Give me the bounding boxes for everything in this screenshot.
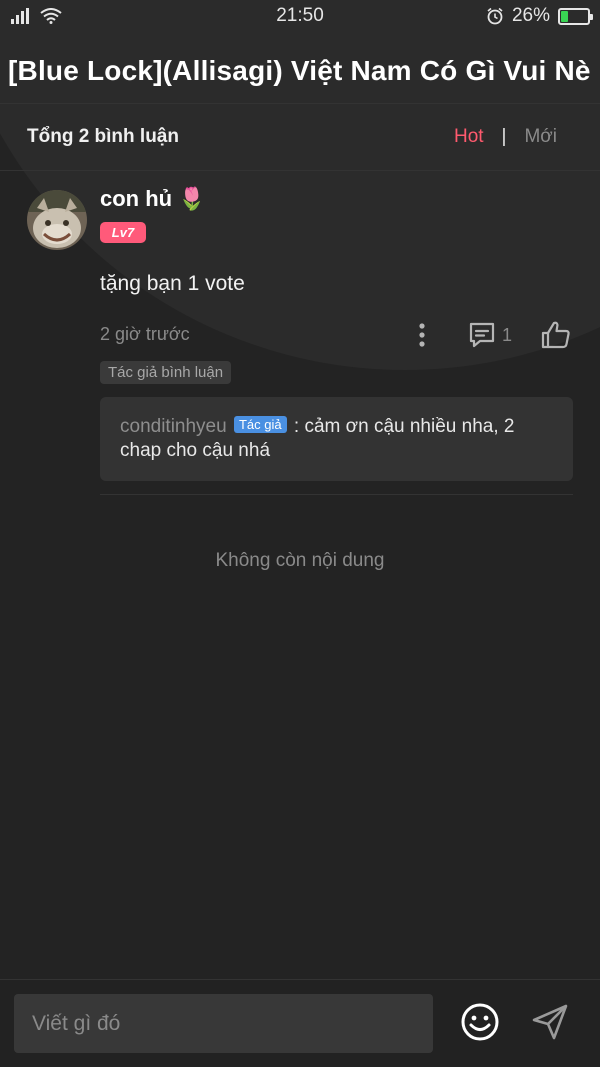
reply-preview[interactable]: conditinhyeu Tác giả : cảm ơn cậu nhiều … xyxy=(100,397,573,481)
comments-summary: Tổng 2 bình luận Hot | Mới xyxy=(0,104,600,170)
sort-separator: | xyxy=(501,126,507,147)
total-comments: Tổng 2 bình luận xyxy=(27,126,179,147)
cat-avatar-icon xyxy=(27,190,87,250)
status-bar: 21:50 26% xyxy=(0,0,600,32)
more-vertical-icon[interactable] xyxy=(412,322,432,348)
sort-new-tab[interactable]: Mới xyxy=(524,126,557,148)
send-icon[interactable] xyxy=(530,1002,570,1042)
comment-text: tặng bạn 1 vote xyxy=(100,272,245,295)
comment-icon[interactable] xyxy=(468,321,496,349)
comment-time: 2 giờ trước xyxy=(100,324,190,344)
author-tag: Tác giả bình luận xyxy=(100,361,232,384)
comment-input[interactable] xyxy=(14,994,433,1053)
battery-icon xyxy=(558,7,593,25)
page-title: [Blue Lock](Allisagi) Việt Nam Có Gì Vui… xyxy=(8,55,591,86)
username-text: con hủ xyxy=(100,186,173,211)
reply-username[interactable]: conditinhyeu xyxy=(120,416,227,437)
avatar[interactable] xyxy=(27,190,87,250)
comments-screen: 21:50 26% [Blue Lock](Allisagi) Việt Nam… xyxy=(0,0,600,1067)
comment-composer xyxy=(0,980,600,1067)
comment-username[interactable]: con hủ 🌷 xyxy=(100,186,206,212)
author-badge: Tác giả xyxy=(233,416,287,433)
comment-divider xyxy=(100,494,573,495)
sort-tabs: Hot | Mới xyxy=(454,126,573,148)
sort-hot-tab[interactable]: Hot xyxy=(454,126,484,148)
level-badge: Lv7 xyxy=(100,222,146,243)
thumbs-up-icon[interactable] xyxy=(540,320,572,350)
comment-meta: 2 giờ trước 1 xyxy=(100,320,575,350)
battery-level xyxy=(561,10,568,22)
emoji-icon[interactable] xyxy=(460,1002,500,1042)
summary-divider xyxy=(0,170,600,171)
end-of-content: Không còn nội dung xyxy=(215,550,385,571)
tulip-emoji-icon: 🌷 xyxy=(178,186,206,211)
clock: 21:50 xyxy=(276,5,324,26)
reply-count: 1 xyxy=(502,325,513,345)
